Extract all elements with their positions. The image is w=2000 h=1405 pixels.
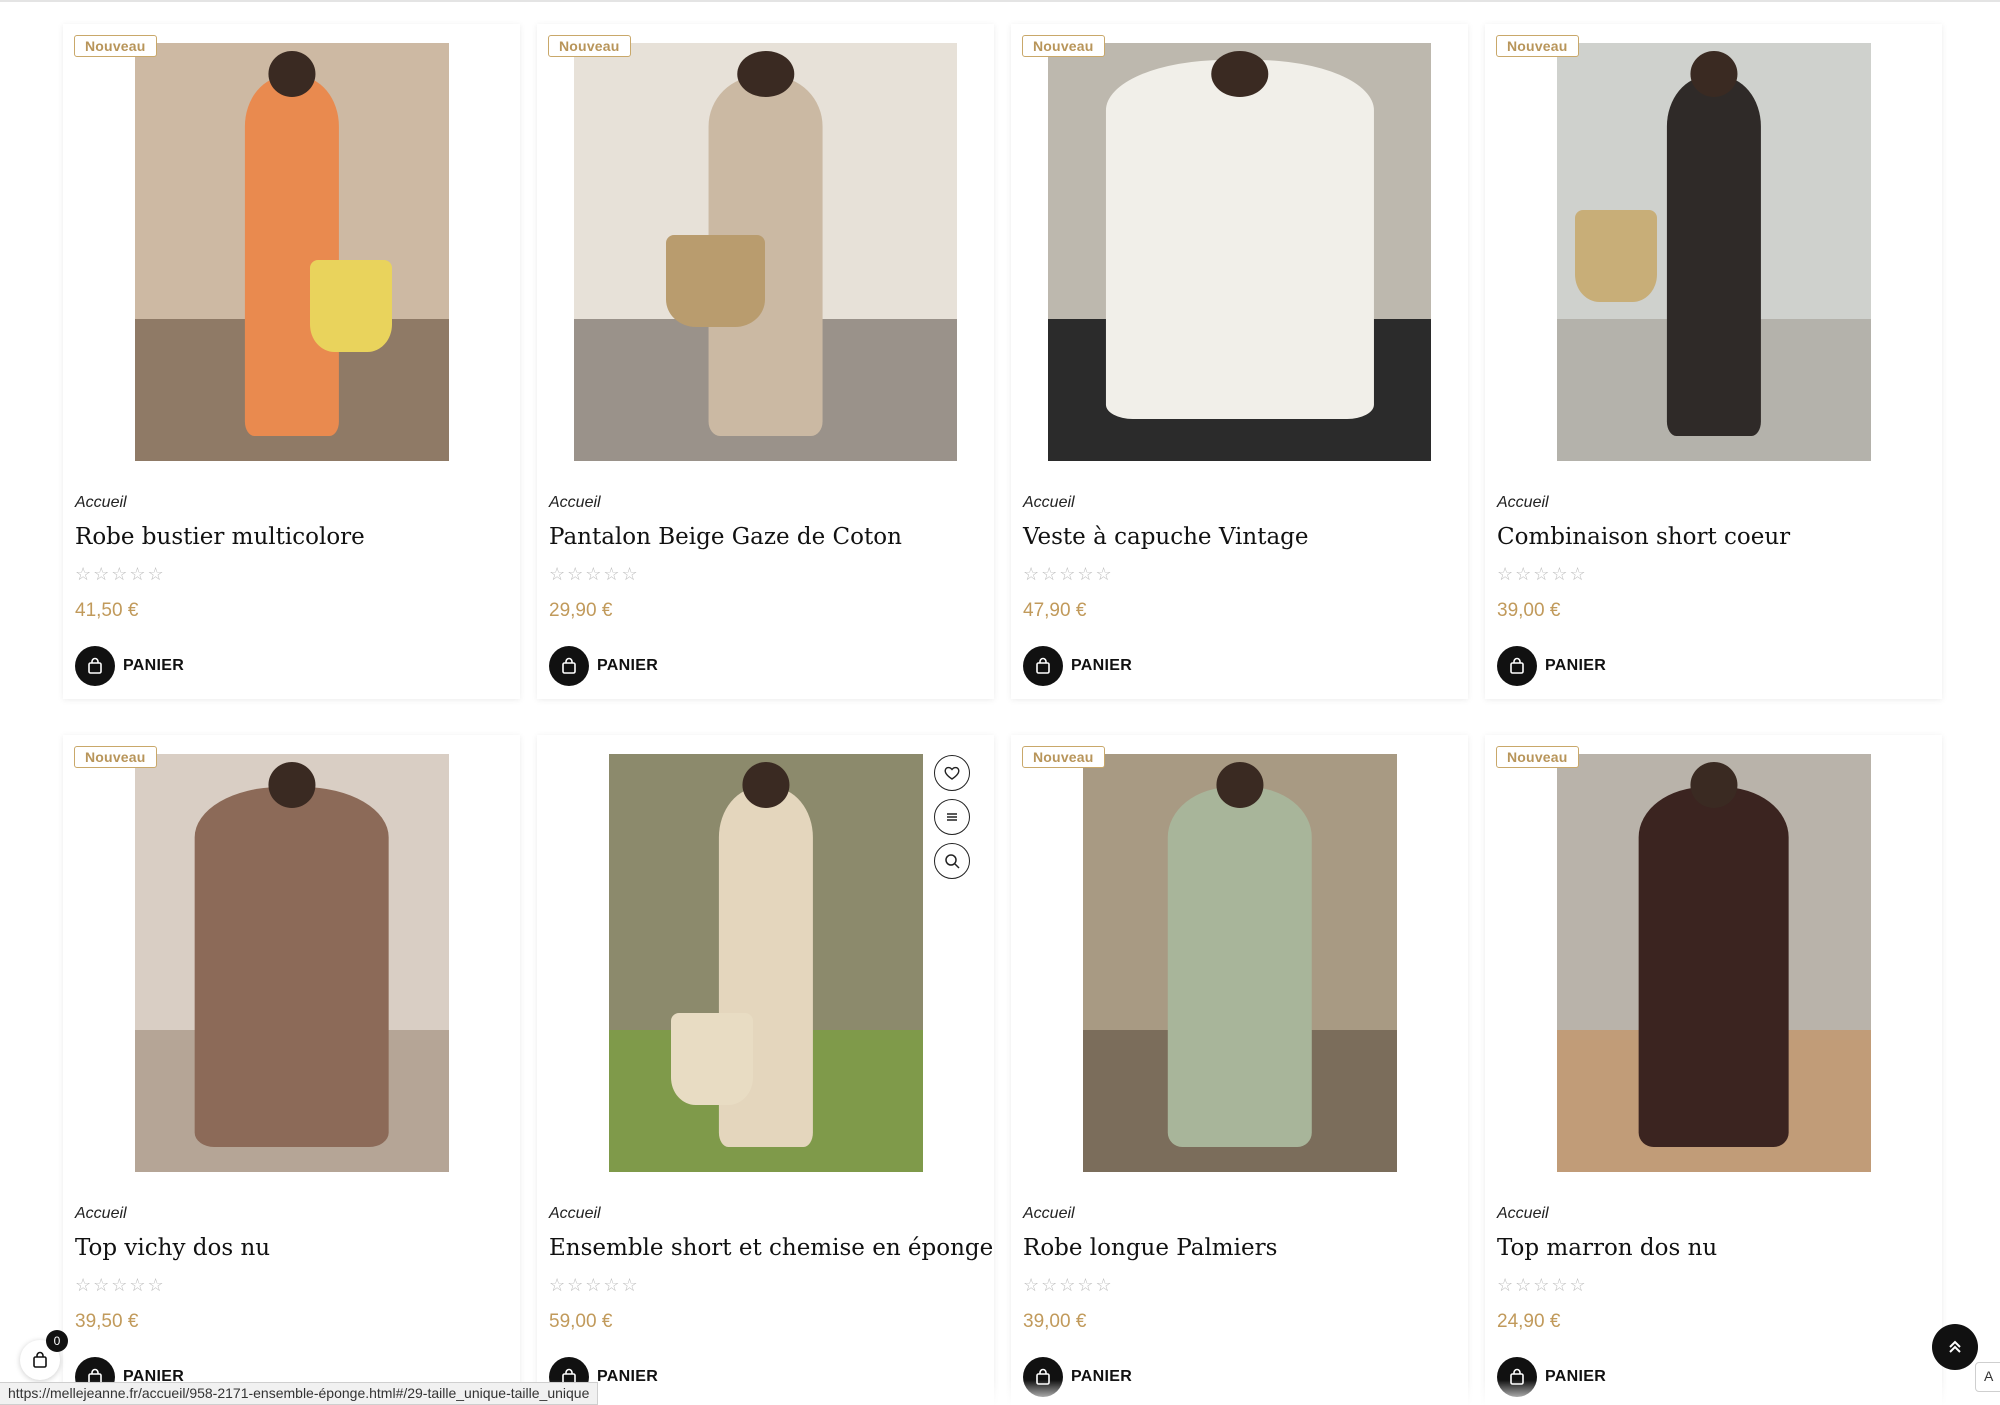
product-name[interactable]: Robe bustier multicolore: [75, 524, 365, 550]
scroll-to-top-button[interactable]: [1932, 1324, 1978, 1370]
product-price: 59,00 €: [549, 1311, 613, 1332]
product-image[interactable]: [1082, 754, 1397, 1172]
quick-actions: [934, 755, 970, 879]
product-image[interactable]: [134, 754, 449, 1172]
product-image[interactable]: [1048, 43, 1431, 461]
rating-stars: ☆☆☆☆☆: [75, 1275, 166, 1295]
corner-chip: A: [1975, 1362, 2000, 1392]
product-card[interactable]: Nouveau Accueil Top marron dos nu ☆☆☆☆☆ …: [1485, 735, 1942, 1405]
add-to-cart-label: PANIER: [1071, 657, 1133, 674]
product-price: 24,90 €: [1497, 1311, 1561, 1332]
new-badge: Nouveau: [74, 35, 157, 57]
product-card[interactable]: Accueil Ensemble short et chemise en épo…: [537, 735, 994, 1405]
add-to-cart-label: PANIER: [597, 657, 659, 674]
rating-stars: ☆☆☆☆☆: [1497, 564, 1588, 584]
heart-icon[interactable]: [934, 755, 970, 791]
product-category[interactable]: Accueil: [75, 494, 127, 512]
product-image[interactable]: [1556, 43, 1871, 461]
product-category[interactable]: Accueil: [549, 494, 601, 512]
link-status-bar: https://mellejeanne.fr/accueil/958-2171-…: [0, 1382, 599, 1405]
product-name[interactable]: Combinaison short coeur: [1497, 524, 1790, 550]
double-chevron-up-icon: [1949, 1340, 1961, 1353]
add-to-cart-button[interactable]: PANIER: [75, 646, 184, 686]
floating-cart-button[interactable]: 0: [20, 1330, 68, 1380]
new-badge: Nouveau: [548, 35, 631, 57]
rating-stars: ☆☆☆☆☆: [1497, 1275, 1588, 1295]
product-grid: Nouveau Accueil Robe bustier multicolore…: [63, 24, 1942, 1405]
product-name[interactable]: Robe longue Palmiers: [1023, 1235, 1277, 1261]
rating-stars: ☆☆☆☆☆: [549, 1275, 640, 1295]
rating-stars: ☆☆☆☆☆: [75, 564, 166, 584]
product-name[interactable]: Top vichy dos nu: [75, 1235, 270, 1261]
product-category[interactable]: Accueil: [549, 1205, 601, 1223]
product-image[interactable]: [608, 754, 923, 1172]
product-category[interactable]: Accueil: [1497, 1205, 1549, 1223]
product-category[interactable]: Accueil: [1023, 1205, 1075, 1223]
new-badge: Nouveau: [1022, 35, 1105, 57]
shopping-bag-icon: [1497, 646, 1537, 686]
top-divider: [0, 0, 2000, 2]
product-price: 39,00 €: [1023, 1311, 1087, 1332]
new-badge: Nouveau: [1022, 746, 1105, 768]
new-badge: Nouveau: [74, 746, 157, 768]
product-price: 39,50 €: [75, 1311, 139, 1332]
shopping-bag-icon: [549, 646, 589, 686]
add-to-cart-label: PANIER: [123, 657, 185, 674]
product-image[interactable]: [574, 43, 957, 461]
rating-stars: ☆☆☆☆☆: [549, 564, 640, 584]
product-price: 29,90 €: [549, 600, 613, 621]
shopping-bag-icon: [1023, 646, 1063, 686]
product-category[interactable]: Accueil: [1023, 494, 1075, 512]
product-name[interactable]: Veste à capuche Vintage: [1023, 524, 1309, 550]
add-to-cart-label: PANIER: [1545, 657, 1607, 674]
product-card[interactable]: Nouveau Accueil Veste à capuche Vintage …: [1011, 24, 1468, 699]
product-name[interactable]: Ensemble short et chemise en éponge: [549, 1235, 993, 1261]
rating-stars: ☆☆☆☆☆: [1023, 1275, 1114, 1295]
product-card[interactable]: Nouveau Accueil Top vichy dos nu ☆☆☆☆☆ 3…: [63, 735, 520, 1405]
add-to-cart-button[interactable]: PANIER: [1023, 646, 1132, 686]
shopping-bag-icon: [75, 646, 115, 686]
product-card[interactable]: Nouveau Accueil Robe longue Palmiers ☆☆☆…: [1011, 735, 1468, 1405]
product-card[interactable]: Nouveau Accueil Robe bustier multicolore…: [63, 24, 520, 699]
product-name[interactable]: Top marron dos nu: [1497, 1235, 1717, 1261]
product-category[interactable]: Accueil: [75, 1205, 127, 1223]
add-to-cart-button[interactable]: PANIER: [549, 646, 658, 686]
shopping-bag-icon: [33, 1351, 47, 1368]
new-badge: Nouveau: [1496, 746, 1579, 768]
product-price: 47,90 €: [1023, 600, 1087, 621]
product-card[interactable]: Nouveau Accueil Combinaison short coeur …: [1485, 24, 1942, 699]
add-to-cart-button[interactable]: PANIER: [1497, 646, 1606, 686]
product-price: 41,50 €: [75, 600, 139, 621]
product-category[interactable]: Accueil: [1497, 494, 1549, 512]
product-name[interactable]: Pantalon Beige Gaze de Coton: [549, 524, 902, 550]
product-image[interactable]: [134, 43, 449, 461]
cart-count-badge: 0: [46, 1330, 68, 1352]
product-image[interactable]: [1556, 754, 1871, 1172]
rating-stars: ☆☆☆☆☆: [1023, 564, 1114, 584]
product-price: 39,00 €: [1497, 600, 1561, 621]
product-card[interactable]: Nouveau Accueil Pantalon Beige Gaze de C…: [537, 24, 994, 699]
search-icon[interactable]: [934, 843, 970, 879]
new-badge: Nouveau: [1496, 35, 1579, 57]
compare-icon[interactable]: [934, 799, 970, 835]
